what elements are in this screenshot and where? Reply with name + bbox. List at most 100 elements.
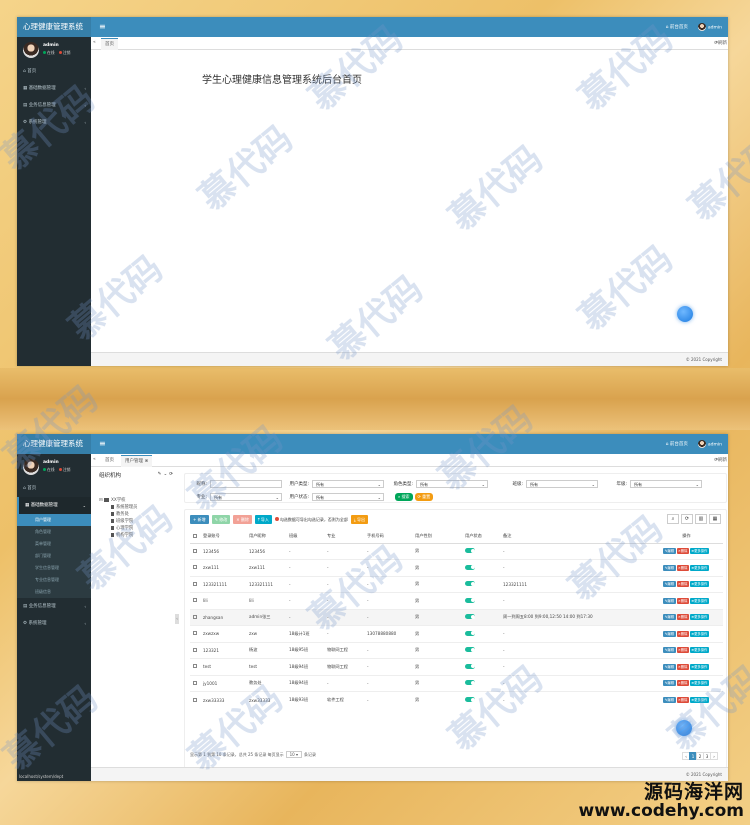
table-row[interactable]: 123321 杨波 18级95班 物联网工程 - 男 - ✎编辑 ✕删除 ⊕更多操作 xyxy=(190,641,723,659)
tree-leaf[interactable]: 机构学院 xyxy=(95,531,175,538)
tab-close-icon[interactable]: ⊗ xyxy=(144,459,148,464)
user-menu[interactable]: admin xyxy=(697,23,722,31)
sidebar-item-business-info[interactable]: ▤ 业务信息管理 ‹ xyxy=(17,598,91,615)
tab-users[interactable]: 用户管理 ⊗ xyxy=(121,455,153,467)
table-row[interactable]: zxw33333 zxw33333 18级93班 软件工程 - 男 - ✎编辑 ✕删除 ⊕更多操作 xyxy=(190,691,723,708)
sidebar-item-system[interactable]: ⚙ 系统管理 ‹ xyxy=(17,114,91,131)
row-checkbox[interactable] xyxy=(193,664,197,669)
sidebar-item-system[interactable]: ⚙ 系统管理 ‹ xyxy=(17,615,91,632)
sidebar-item-basic-data[interactable]: ▦ 基础数据管理 ‹ xyxy=(17,80,91,97)
table-row[interactable]: zxwzxw zxw 18级计1班 -13078880880 男 - ✎编辑 ✕删除 ⊕更多操作 xyxy=(190,625,723,642)
refresh-icon[interactable]: ⟳ xyxy=(681,514,693,524)
logout-link[interactable]: 注销 xyxy=(58,50,70,55)
row-delete-button[interactable]: ✕删除 xyxy=(676,614,689,621)
row-delete-button[interactable]: ✕删除 xyxy=(676,564,689,571)
select-all-checkbox[interactable] xyxy=(193,533,197,538)
submenu-item-roles[interactable]: 角色管理 xyxy=(17,526,91,538)
row-edit-button[interactable]: ✎编辑 xyxy=(663,597,676,604)
grid-icon[interactable]: ▦ xyxy=(709,514,721,524)
search-icon[interactable]: ⌕ xyxy=(667,514,679,524)
tree-leaf[interactable]: 教务处 xyxy=(95,510,175,517)
collapse-icon[interactable]: ⊟ xyxy=(99,498,103,503)
tab-home[interactable]: 首页 xyxy=(101,455,118,467)
major-select[interactable]: 所有 ⌄ xyxy=(210,493,282,501)
front-home-link[interactable]: ⌂ 前台首页 xyxy=(666,441,688,447)
sidebar-item-basic-data[interactable]: ▦ 基础数据管理 ⌄ xyxy=(17,497,91,514)
refresh-button[interactable]: ⟳刷新 xyxy=(714,457,727,463)
grade-select[interactable]: 所有 ⌄ xyxy=(630,480,702,488)
submenu-item-depts[interactable]: 部门管理 xyxy=(17,550,91,562)
status-toggle[interactable] xyxy=(465,564,475,570)
status-toggle[interactable] xyxy=(465,597,475,603)
front-home-link[interactable]: ⌂ 前台首页 xyxy=(666,24,688,30)
tree-leaf[interactable]: 班级学院 xyxy=(95,517,175,524)
reset-button[interactable]: ⟳ 重置 xyxy=(414,493,434,501)
roletype-select[interactable]: 所有 ⌄ xyxy=(416,480,488,488)
sidebar-toggle-icon[interactable]: ≡ xyxy=(99,434,106,454)
row-edit-button[interactable]: ✎编辑 xyxy=(663,680,676,687)
row-checkbox[interactable] xyxy=(193,598,197,603)
row-checkbox[interactable] xyxy=(193,631,197,636)
status-toggle[interactable] xyxy=(465,680,475,686)
refresh-button[interactable]: ⟳刷新 xyxy=(714,40,727,46)
export-button[interactable]: ⤓ 导出 xyxy=(350,515,368,524)
row-more-button[interactable]: ⊕更多操作 xyxy=(689,597,709,604)
edit-button[interactable]: ✎ 修改 xyxy=(211,515,231,524)
status-toggle[interactable] xyxy=(465,614,475,620)
row-more-button[interactable]: ⊕更多操作 xyxy=(689,663,709,670)
table-row[interactable]: 123456 123456- - - 男 - ✎编辑 ✕删除 ⊕更多操作 xyxy=(190,542,723,560)
status-toggle[interactable] xyxy=(465,663,475,669)
tab-scroll-left-icon[interactable]: « xyxy=(93,40,96,45)
submenu-item-users[interactable]: 用户管理 xyxy=(17,514,91,526)
row-more-button[interactable]: ⊕更多操作 xyxy=(689,581,709,588)
row-edit-button[interactable]: ✎编辑 xyxy=(663,647,676,654)
logout-link[interactable]: 注销 xyxy=(58,467,70,472)
status-toggle[interactable] xyxy=(465,647,475,653)
row-more-button[interactable]: ⊕更多操作 xyxy=(689,697,709,703)
usertype-select[interactable]: 所有 ⌄ xyxy=(312,480,384,488)
row-edit-button[interactable]: ✎编辑 xyxy=(663,614,676,621)
status-toggle[interactable] xyxy=(465,630,475,636)
table-row[interactable]: zhangsan admin张三 - - - 男周一到周五8:00 到9:00,12:50… xyxy=(190,608,723,626)
row-checkbox[interactable] xyxy=(193,647,197,652)
row-checkbox[interactable] xyxy=(193,548,197,553)
tree-collapse-handle[interactable]: ‹ xyxy=(175,614,179,624)
row-edit-button[interactable]: ✎编辑 xyxy=(663,581,676,588)
tree-leaf[interactable]: 心理学院 xyxy=(95,524,175,531)
table-row[interactable]: test test 18级94班 物联网工程 - 男 - ✎编辑 ✕删除 ⊕更多操作 xyxy=(190,658,723,675)
add-button[interactable]: + 新增 xyxy=(190,515,209,524)
row-delete-button[interactable]: ✕删除 xyxy=(676,630,689,637)
row-edit-button[interactable]: ✎编辑 xyxy=(663,564,676,571)
row-edit-button[interactable]: ✎编辑 xyxy=(663,697,676,703)
row-delete-button[interactable]: ✕删除 xyxy=(676,647,689,654)
table-row[interactable]: zxw111 zxw111- - - 男 - ✎编辑 ✕删除 ⊕更多操作 xyxy=(190,559,723,576)
sidebar-toggle-icon[interactable]: ≡ xyxy=(99,17,106,37)
row-more-button[interactable]: ⊕更多操作 xyxy=(689,614,709,621)
row-delete-button[interactable]: ✕删除 xyxy=(676,663,689,670)
table-row[interactable]: 123321111 123321111- - - 男 123321111 ✎编辑 ✕删除 ⊕更多… xyxy=(190,575,723,593)
table-row[interactable]: lili lili - - - 男 - ✎编辑 ✕删除 ⊕更多操作 xyxy=(190,592,723,609)
floating-bubble-icon[interactable] xyxy=(677,306,693,322)
row-delete-button[interactable]: ✕删除 xyxy=(676,548,689,555)
page-next[interactable]: › xyxy=(710,752,718,760)
tree-leaf[interactable]: 系统管理员 xyxy=(95,503,175,510)
delete-button[interactable]: ✕ 删除 xyxy=(233,515,252,524)
floating-bubble-icon[interactable] xyxy=(676,720,692,736)
user-menu[interactable]: admin xyxy=(697,440,722,448)
submenu-item-menus[interactable]: 菜单管理 xyxy=(17,538,91,550)
sidebar-item-home[interactable]: ⌂ 首页 xyxy=(17,480,91,497)
tab-scroll-left-icon[interactable]: « xyxy=(93,457,96,462)
row-edit-button[interactable]: ✎编辑 xyxy=(663,630,676,637)
row-checkbox[interactable] xyxy=(193,565,197,570)
col-nickname[interactable]: 用户昵称 xyxy=(246,530,286,544)
row-checkbox[interactable] xyxy=(193,581,197,586)
row-delete-button[interactable]: ✕删除 xyxy=(676,680,689,687)
class-select[interactable]: 所有 ⌄ xyxy=(526,480,598,488)
row-checkbox[interactable] xyxy=(193,680,197,685)
status-select[interactable]: 所有 ⌄ xyxy=(312,493,384,501)
sidebar-item-business-info[interactable]: ▤ 业务信息管理 ‹ xyxy=(17,97,91,114)
row-checkbox[interactable] xyxy=(193,697,197,702)
search-button[interactable]: ⌕ 搜索 xyxy=(395,493,413,501)
row-delete-button[interactable]: ✕删除 xyxy=(676,697,689,703)
submenu-item-students[interactable]: 学生信息管理 xyxy=(17,562,91,574)
